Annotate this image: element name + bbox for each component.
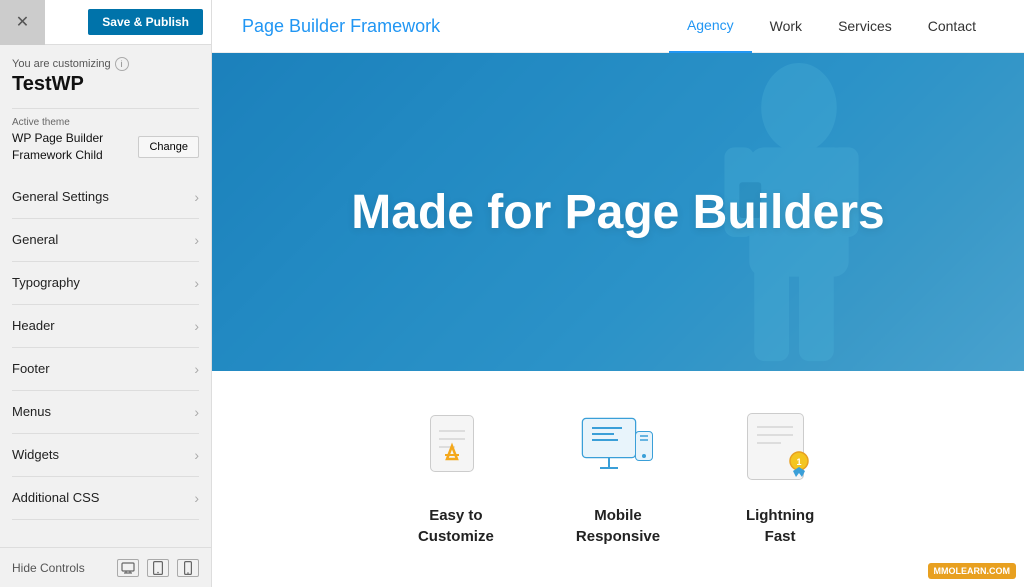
theme-row: WP Page BuilderFramework Child Change [12,130,199,164]
hide-controls-label: Hide Controls [12,561,85,575]
customizer-menu: General Settings › General › Typography … [12,176,199,520]
desktop-icon[interactable] [117,559,139,577]
save-publish-button[interactable]: Save & Publish [88,9,203,35]
device-icons [117,559,199,577]
hide-controls-bar[interactable]: Hide Controls [0,547,211,587]
menu-item-header[interactable]: Header › [12,305,199,348]
customizing-label: You are customizing i [12,57,199,71]
chevron-right-icon: › [194,189,199,205]
chevron-right-icon: › [194,318,199,334]
customizer-header: ✕ Save & Publish [0,0,211,45]
menu-item-label: General Settings [12,189,109,204]
menu-item-label: General [12,232,58,247]
nav-link-contact[interactable]: Contact [910,0,994,53]
menu-item-menus[interactable]: Menus › [12,391,199,434]
customizer-body: You are customizing i TestWP Active them… [0,45,211,547]
feature-item-responsive: MobileResponsive [576,411,660,547]
chevron-right-icon: › [194,275,199,291]
menu-item-additional-css[interactable]: Additional CSS › [12,477,199,520]
feature-item-customize: Easy toCustomize [416,411,496,547]
menu-item-footer[interactable]: Footer › [12,348,199,391]
menu-item-general-settings[interactable]: General Settings › [12,176,199,219]
close-icon: ✕ [16,12,29,32]
menu-item-label: Widgets [12,447,59,462]
close-button[interactable]: ✕ [0,0,45,45]
menu-item-label: Additional CSS [12,490,99,505]
preview-hero: Made for Page Builders [212,53,1024,371]
chevron-right-icon: › [194,232,199,248]
chevron-right-icon: › [194,361,199,377]
active-theme-label: Active theme [12,117,199,128]
divider [12,108,199,109]
site-name: TestWP [12,73,199,96]
feature-label-fast: LightningFast [746,505,814,547]
feature-item-fast: 1 LightningFast [740,411,820,547]
monitor-icon [578,411,658,491]
svg-text:1: 1 [796,457,801,467]
menu-item-label: Typography [12,275,80,290]
tablet-icon[interactable] [147,559,169,577]
nav-link-work[interactable]: Work [752,0,820,53]
nav-link-services[interactable]: Services [820,0,910,53]
customizer-panel: ✕ Save & Publish You are customizing i T… [0,0,212,587]
watermark: MMOLEARN.COM [928,563,1017,579]
info-icon[interactable]: i [115,57,129,71]
theme-name: WP Page BuilderFramework Child [12,130,103,164]
feature-label-customize: Easy toCustomize [418,505,494,547]
cert-icon: 1 [740,411,820,491]
chevron-right-icon: › [194,490,199,506]
mobile-icon[interactable] [177,559,199,577]
preview-navbar: Page Builder Framework Agency Work Servi… [212,0,1024,53]
menu-item-widgets[interactable]: Widgets › [12,434,199,477]
menu-item-label: Header [12,318,55,333]
chevron-right-icon: › [194,404,199,420]
menu-item-general[interactable]: General › [12,219,199,262]
menu-item-label: Menus [12,404,51,419]
preview-features: Easy toCustomize [212,371,1024,587]
preview-container: Page Builder Framework Agency Work Servi… [212,0,1024,587]
menu-item-label: Footer [12,361,50,376]
change-theme-button[interactable]: Change [138,136,199,158]
feature-label-responsive: MobileResponsive [576,505,660,547]
hero-text: Made for Page Builders [351,185,884,240]
brand-name: Page Builder Framework [242,16,669,37]
chevron-right-icon: › [194,447,199,463]
doc-icon [416,411,496,491]
menu-item-typography[interactable]: Typography › [12,262,199,305]
nav-links: Agency Work Services Contact [669,0,994,53]
nav-link-agency[interactable]: Agency [669,0,752,53]
